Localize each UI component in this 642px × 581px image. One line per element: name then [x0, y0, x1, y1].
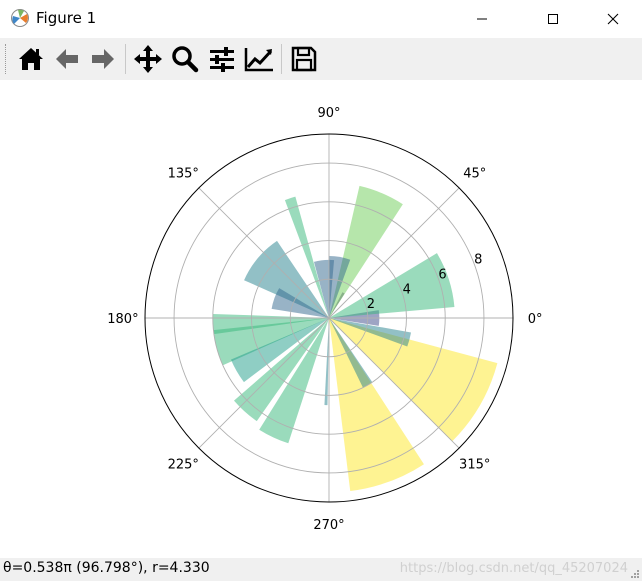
- cursor-readout: θ=0.538π (96.798°), r=4.330: [3, 560, 210, 576]
- minimize-icon: [477, 18, 487, 20]
- arrow-left-icon: [56, 49, 78, 69]
- angle-tick-label: 45°: [463, 166, 486, 181]
- move-icon: [134, 45, 162, 73]
- magnifier-icon: [172, 46, 199, 73]
- navigation-toolbar: [0, 38, 642, 80]
- arrow-right-icon: [92, 49, 114, 69]
- back-button[interactable]: [51, 43, 83, 75]
- figure-canvas[interactable]: 0° 45° 90° 135° 180° 225° 270° 315° 2 4 6 8: [0, 80, 642, 558]
- bars-layer: [212, 185, 498, 492]
- radial-tick-label: 2: [367, 297, 375, 312]
- polar-grid: [144, 133, 514, 503]
- edit-axis-button[interactable]: [243, 43, 275, 75]
- angle-tick-label: 315°: [459, 458, 490, 473]
- angle-tick-label: 180°: [107, 312, 138, 327]
- radial-tick-label: 8: [474, 253, 482, 268]
- toolbar-grip: [5, 44, 8, 74]
- pan-button[interactable]: [132, 43, 164, 75]
- minimize-button[interactable]: [459, 0, 505, 38]
- angle-tick-label: 0°: [528, 312, 543, 327]
- home-icon: [19, 48, 43, 70]
- radial-tick-label: 6: [438, 268, 446, 283]
- resize-grip-icon[interactable]: [630, 569, 640, 579]
- close-button[interactable]: [590, 0, 636, 38]
- close-icon: [607, 13, 619, 25]
- subplots-button[interactable]: [206, 43, 238, 75]
- angle-tick-label: 90°: [317, 106, 340, 121]
- title-bar: Figure 1: [0, 0, 642, 38]
- status-bar: θ=0.538π (96.798°), r=4.330 https://blog…: [0, 558, 642, 581]
- angle-tick-label: 270°: [313, 518, 344, 533]
- angle-tick-label: 135°: [168, 166, 199, 181]
- angle-tick-label: 225°: [168, 458, 199, 473]
- sliders-icon: [210, 47, 234, 72]
- floppy-disk-icon: [291, 46, 317, 72]
- matplotlib-logo-icon: [10, 8, 30, 28]
- toolbar-separator: [281, 44, 282, 74]
- toolbar-separator: [125, 44, 126, 74]
- save-button[interactable]: [288, 43, 320, 75]
- window-title: Figure 1: [36, 9, 97, 27]
- line-chart-icon: [244, 48, 273, 72]
- radial-tick-label: 4: [403, 282, 411, 297]
- home-button[interactable]: [15, 43, 47, 75]
- polar-bar: [324, 318, 329, 406]
- polar-chart[interactable]: 0° 45° 90° 135° 180° 225° 270° 315° 2 4 6 8: [0, 80, 642, 558]
- maximize-button[interactable]: [530, 0, 576, 38]
- watermark: https://blog.csdn.net/qq_45207024: [399, 561, 628, 576]
- zoom-button[interactable]: [169, 43, 201, 75]
- maximize-icon: [548, 14, 558, 24]
- forward-button[interactable]: [87, 43, 119, 75]
